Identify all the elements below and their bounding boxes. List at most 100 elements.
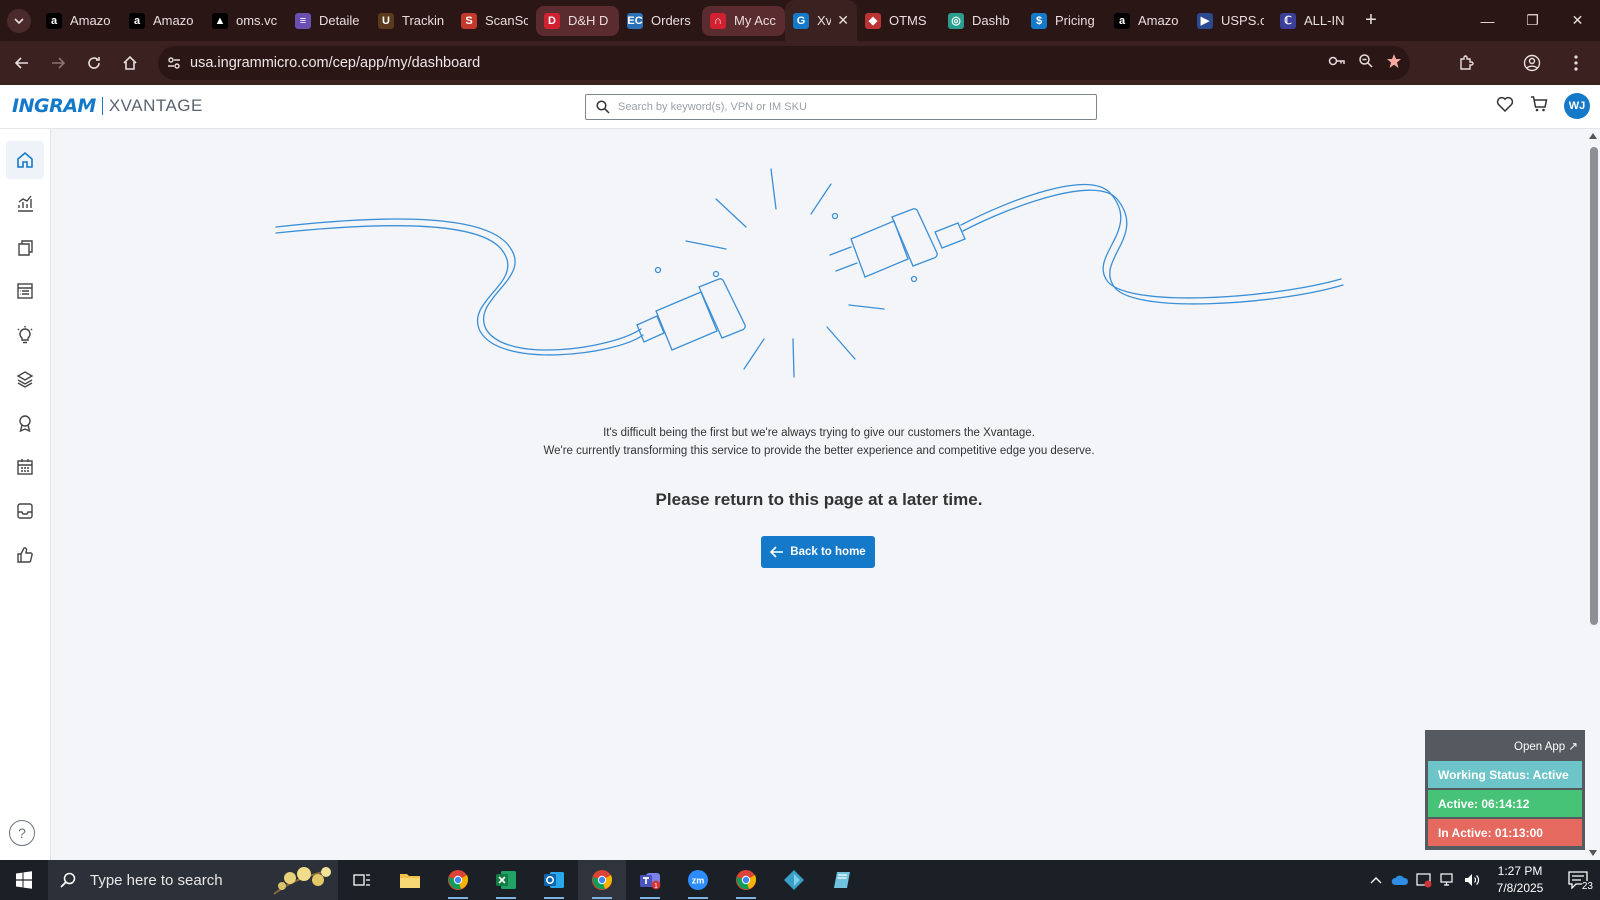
- message-line-1: It's difficult being the first but we're…: [603, 427, 1035, 439]
- orders-icon: [17, 283, 33, 299]
- security-alert-icon[interactable]: [1412, 872, 1436, 888]
- search-input[interactable]: [618, 101, 1078, 113]
- browser-tab[interactable]: S ScanSc: [453, 6, 536, 36]
- browser-tab[interactable]: D D&H D: [536, 5, 619, 36]
- sidebar-item-calendar[interactable]: [6, 448, 44, 486]
- tab-favicon-icon: S: [461, 12, 477, 29]
- teams-icon[interactable]: 1: [626, 860, 674, 900]
- back-icon[interactable]: [4, 45, 40, 81]
- logo-product: XVANTAGE: [108, 96, 203, 115]
- onedrive-icon[interactable]: [1388, 874, 1412, 886]
- tab-favicon-icon: ≡: [295, 12, 311, 29]
- product-search[interactable]: [585, 94, 1097, 120]
- page-scrollbar[interactable]: [1587, 129, 1600, 860]
- notes-app-icon[interactable]: [818, 860, 866, 900]
- zoom-app-icon[interactable]: zm: [674, 860, 722, 900]
- tab-title: D&H D: [568, 13, 609, 28]
- outlook-icon[interactable]: [530, 860, 578, 900]
- notification-center[interactable]: 23: [1556, 871, 1600, 892]
- taskbar-clock[interactable]: 1:27 PM 7/8/2025: [1484, 863, 1556, 897]
- browser-tab[interactable]: G Xv ✕: [785, 0, 857, 41]
- diamond-app-icon[interactable]: [770, 860, 818, 900]
- open-app-link[interactable]: Open App ↗: [1428, 733, 1582, 759]
- browser-tab[interactable]: $ Pricing: [1023, 6, 1106, 36]
- task-view-icon[interactable]: [338, 860, 386, 900]
- clock-date: 7/8/2025: [1496, 881, 1544, 895]
- zoom-icon[interactable]: [1358, 53, 1374, 74]
- browser-tab[interactable]: ◆ OTMS: [857, 6, 940, 36]
- tab-search-button[interactable]: [0, 0, 38, 41]
- analytics-icon: [18, 195, 33, 212]
- browser-tab[interactable]: ≡ Detaile: [287, 6, 370, 36]
- volume-icon[interactable]: [1460, 873, 1484, 887]
- forward-icon[interactable]: [40, 45, 76, 81]
- start-button[interactable]: [0, 860, 48, 900]
- password-key-icon[interactable]: [1328, 54, 1346, 73]
- sidebar-item-inbox[interactable]: [6, 492, 44, 530]
- profile-icon[interactable]: [1514, 45, 1550, 81]
- browser-tab[interactable]: a Amazo: [1106, 6, 1189, 36]
- sidebar-item-catalog[interactable]: [6, 229, 44, 267]
- browser-tab[interactable]: U Trackin: [370, 6, 453, 36]
- tab-title: USPS.c: [1221, 13, 1264, 28]
- user-avatar[interactable]: WJ: [1564, 93, 1590, 119]
- restore-icon[interactable]: ❐: [1510, 0, 1555, 41]
- window-controls: — ❐ ✕: [1465, 0, 1600, 41]
- url-text[interactable]: usa.ingrammicro.com/cep/app/my/dashboard: [190, 55, 480, 71]
- chrome-profile-2-icon[interactable]: [722, 860, 770, 900]
- back-to-home-button[interactable]: Back to home: [761, 536, 875, 568]
- minimize-icon[interactable]: —: [1465, 0, 1510, 41]
- working-status: Working Status: Active: [1428, 761, 1582, 788]
- browser-menu-icon[interactable]: [1558, 45, 1594, 81]
- browser-toolbar: usa.ingrammicro.com/cep/app/my/dashboard: [0, 41, 1600, 85]
- tab-title: My Acc: [734, 13, 776, 28]
- excel-icon[interactable]: [482, 860, 530, 900]
- home-browser-icon[interactable]: [112, 45, 148, 81]
- chrome-profile-1-icon[interactable]: [434, 860, 482, 900]
- browser-tab[interactable]: ∩ My Acc: [702, 5, 785, 36]
- browser-tab[interactable]: ▶ USPS.c: [1189, 6, 1272, 36]
- wishlist-heart-icon[interactable]: [1496, 96, 1514, 117]
- back-to-home-label: Back to home: [790, 546, 866, 558]
- help-icon[interactable]: ?: [9, 820, 35, 846]
- close-window-icon[interactable]: ✕: [1555, 0, 1600, 41]
- browser-tab[interactable]: a Amazo: [121, 6, 204, 36]
- chrome-active-icon[interactable]: [578, 860, 626, 900]
- bookmark-star-icon[interactable]: [1386, 53, 1402, 74]
- sidebar-item-services[interactable]: [6, 360, 44, 398]
- scroll-up-icon[interactable]: [1589, 133, 1597, 139]
- scroll-down-icon[interactable]: [1589, 850, 1597, 856]
- tab-title: Amazo: [1138, 13, 1179, 28]
- ingram-xvantage-logo[interactable]: INGRAM XVANTAGE: [12, 95, 203, 117]
- layers-icon: [16, 371, 34, 388]
- sidebar-item-rewards[interactable]: [6, 404, 44, 442]
- search-icon: [596, 100, 610, 114]
- sidebar-item-insights[interactable]: [6, 316, 44, 354]
- sidebar-item-orders[interactable]: [6, 272, 44, 310]
- chevron-up-icon[interactable]: [1364, 876, 1388, 884]
- scroll-thumb[interactable]: [1590, 147, 1598, 625]
- tab-title: OTMS: [889, 13, 927, 28]
- cart-icon[interactable]: [1530, 95, 1548, 117]
- browser-tab[interactable]: ▲ oms.vc: [204, 6, 287, 36]
- svg-text:1: 1: [654, 883, 658, 890]
- new-tab-button[interactable]: +: [1355, 5, 1387, 37]
- browser-tab[interactable]: ◎ Dashb: [940, 6, 1023, 36]
- browser-tab[interactable]: EC Orders: [619, 6, 702, 36]
- network-icon[interactable]: [1436, 873, 1460, 887]
- sidebar-item-feedback[interactable]: [6, 536, 44, 574]
- reload-icon[interactable]: [76, 45, 112, 81]
- extensions-icon[interactable]: [1448, 45, 1484, 81]
- sidebar-item-home[interactable]: [6, 141, 44, 179]
- site-info-icon[interactable]: [158, 56, 190, 70]
- sidebar-item-analytics[interactable]: [6, 185, 44, 223]
- browser-tab[interactable]: a Amazo: [38, 6, 121, 36]
- taskbar-search[interactable]: Type here to search: [48, 860, 338, 900]
- browser-tab[interactable]: ℂ ALL-IN: [1272, 6, 1355, 36]
- tab-title: Amazo: [70, 13, 111, 28]
- close-tab-icon[interactable]: ✕: [837, 12, 849, 29]
- file-explorer-icon[interactable]: [386, 860, 434, 900]
- tab-favicon-icon: ▲: [212, 12, 228, 29]
- address-bar[interactable]: usa.ingrammicro.com/cep/app/my/dashboard: [158, 46, 1410, 80]
- system-tray: 1:27 PM 7/8/2025 23: [1364, 860, 1600, 900]
